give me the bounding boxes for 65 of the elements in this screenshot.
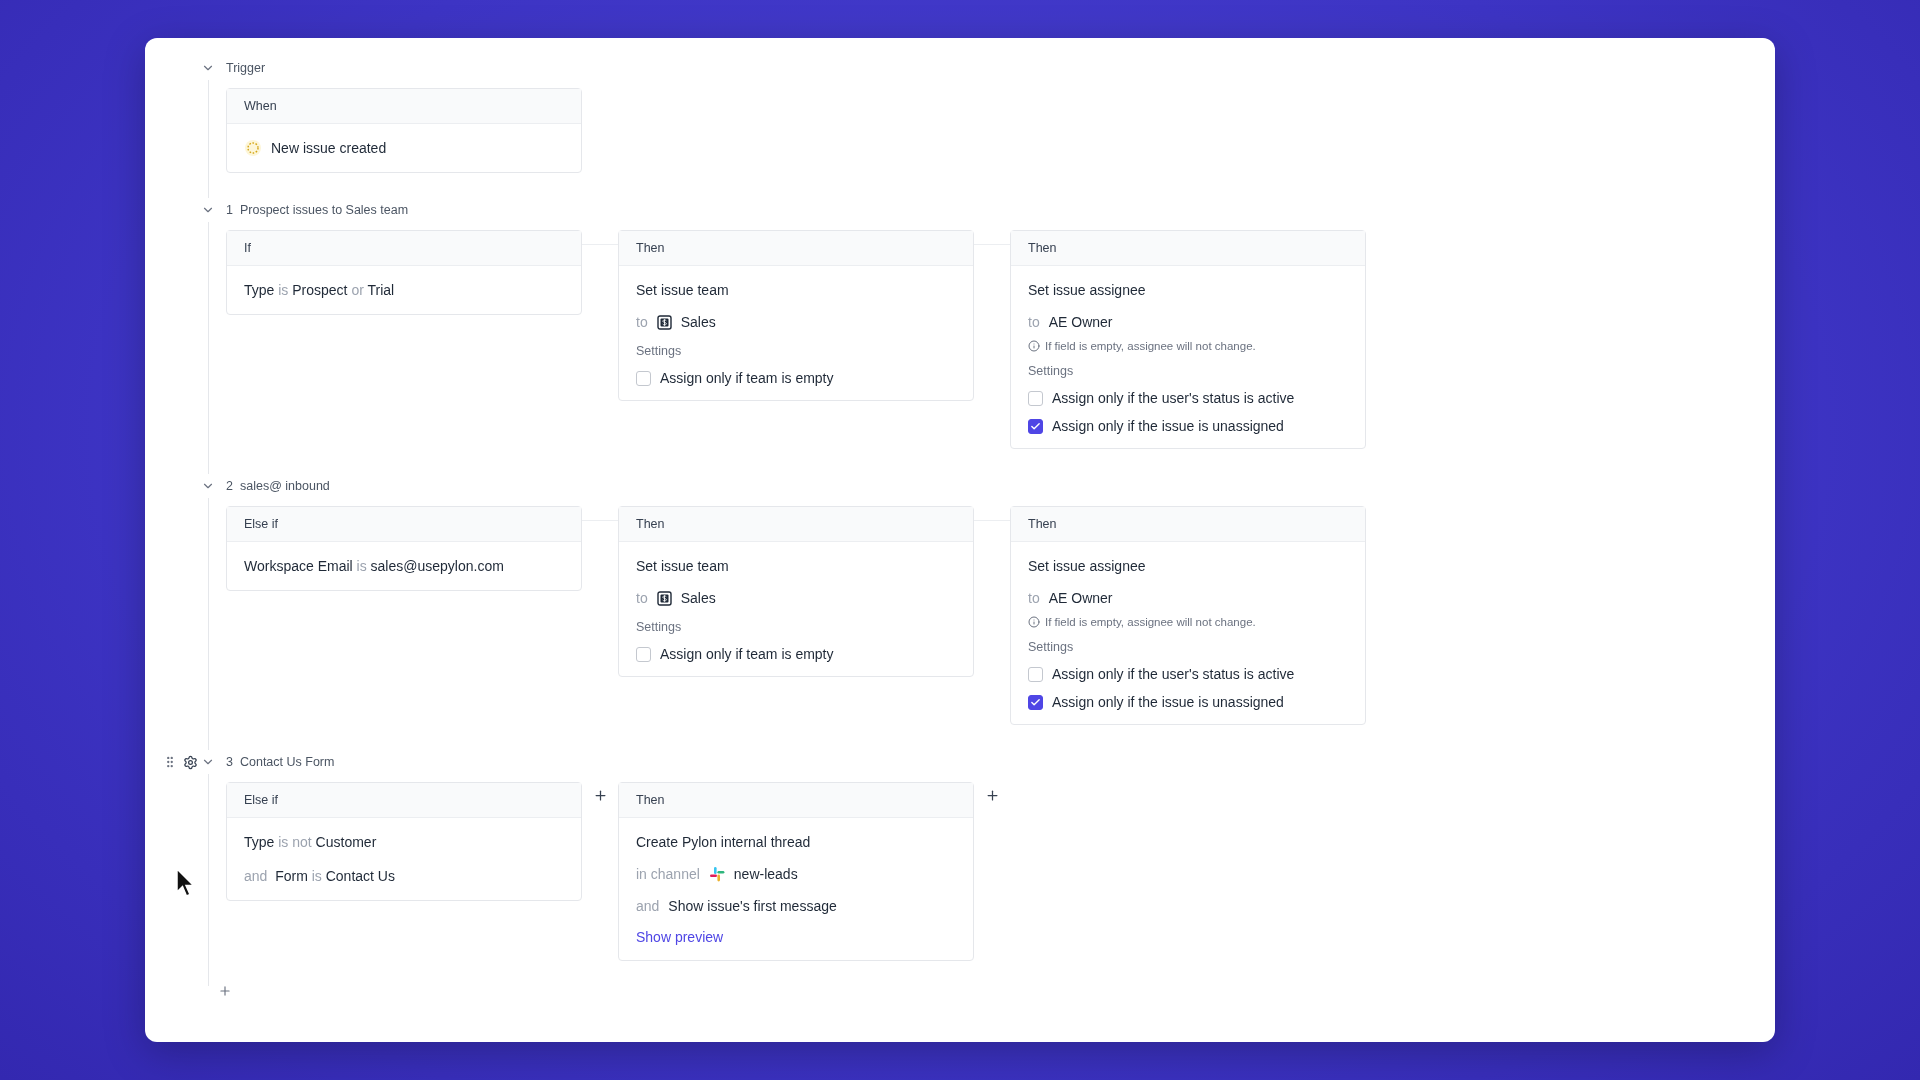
- section-title: sales@ inbound: [239, 479, 330, 493]
- card-header: Then: [1011, 231, 1365, 266]
- checkbox-label: Assign only if the issue is unassigned: [1052, 694, 1284, 710]
- section-title: Contact Us Form: [239, 755, 335, 769]
- action-value: Show issue's first message: [668, 897, 837, 916]
- card-header: Else if: [227, 507, 581, 542]
- condition-text: and Form is Contact Us: [244, 867, 395, 886]
- rule-number: 3: [226, 755, 233, 769]
- condition-text: Type is not Customer: [244, 833, 377, 852]
- loading-circle-icon: [244, 139, 262, 157]
- rule-number: 1: [226, 203, 233, 217]
- action-title: Set issue assignee: [1028, 557, 1146, 576]
- action-value: AE Owner: [1048, 313, 1113, 332]
- info-icon: [1028, 616, 1040, 628]
- action-value: Sales: [680, 313, 716, 332]
- checkbox-label: Assign only if the user's status is active: [1052, 666, 1295, 682]
- settings-label: Settings: [1028, 640, 1075, 654]
- action-prefix: to: [636, 589, 648, 608]
- card-header: Else if: [227, 783, 581, 818]
- section-title: Prospect issues to Sales team: [239, 203, 409, 217]
- card-header: When: [227, 89, 581, 124]
- checkbox-label: Assign only if the issue is unassigned: [1052, 418, 1284, 434]
- settings-label: Settings: [1028, 364, 1075, 378]
- card-header: If: [227, 231, 581, 266]
- action-prefix: and: [636, 897, 660, 916]
- checkbox-label: Assign only if team is empty: [660, 370, 834, 386]
- action-prefix: to: [1028, 313, 1040, 332]
- checkmark-icon: [1030, 696, 1041, 708]
- action-title: Create Pylon internal thread: [636, 833, 811, 852]
- checkbox-label: Assign only if the user's status is active: [1052, 390, 1295, 406]
- dollar-square-icon: [656, 314, 672, 330]
- trigger-event: New issue created: [271, 139, 387, 158]
- condition-text: Type is Prospect or Trial: [244, 281, 395, 300]
- settings-label: Settings: [636, 620, 683, 634]
- condition-text: Workspace Email is sales@usepylon.com: [244, 557, 504, 576]
- card-header: Then: [619, 783, 973, 818]
- add-rule-icon[interactable]: [218, 984, 232, 998]
- checkbox[interactable]: [1028, 418, 1043, 434]
- action-title: Set issue team: [636, 281, 729, 300]
- checkbox[interactable]: [1028, 694, 1043, 710]
- rule-number: 2: [226, 479, 233, 493]
- action-title: Set issue team: [636, 557, 729, 576]
- action-value: new-leads: [733, 865, 798, 884]
- info-note: If field is empty, assignee will not change.: [1045, 616, 1256, 628]
- card-header: Then: [1011, 507, 1365, 542]
- add-step-icon[interactable]: [592, 788, 608, 803]
- settings-icon[interactable]: [183, 754, 198, 770]
- action-prefix: to: [636, 313, 648, 332]
- card-header: Then: [619, 231, 973, 266]
- settings-label: Settings: [636, 344, 683, 358]
- add-step-icon[interactable]: [984, 788, 1000, 803]
- action-prefix: to: [1028, 589, 1040, 608]
- action-value: AE Owner: [1048, 589, 1113, 608]
- checkmark-icon: [1030, 420, 1041, 432]
- info-icon: [1028, 340, 1040, 352]
- action-value: Sales: [680, 589, 716, 608]
- checkbox-label: Assign only if team is empty: [660, 646, 834, 662]
- action-title: Set issue assignee: [1028, 281, 1146, 300]
- hashtag-app-icon: [708, 866, 725, 882]
- card-header: Then: [619, 507, 973, 542]
- show-preview-link[interactable]: Show preview: [636, 929, 724, 945]
- dollar-square-icon: [656, 590, 672, 606]
- action-prefix: in channel: [636, 865, 700, 884]
- info-note: If field is empty, assignee will not change.: [1045, 340, 1256, 352]
- section-title: Trigger: [226, 61, 266, 75]
